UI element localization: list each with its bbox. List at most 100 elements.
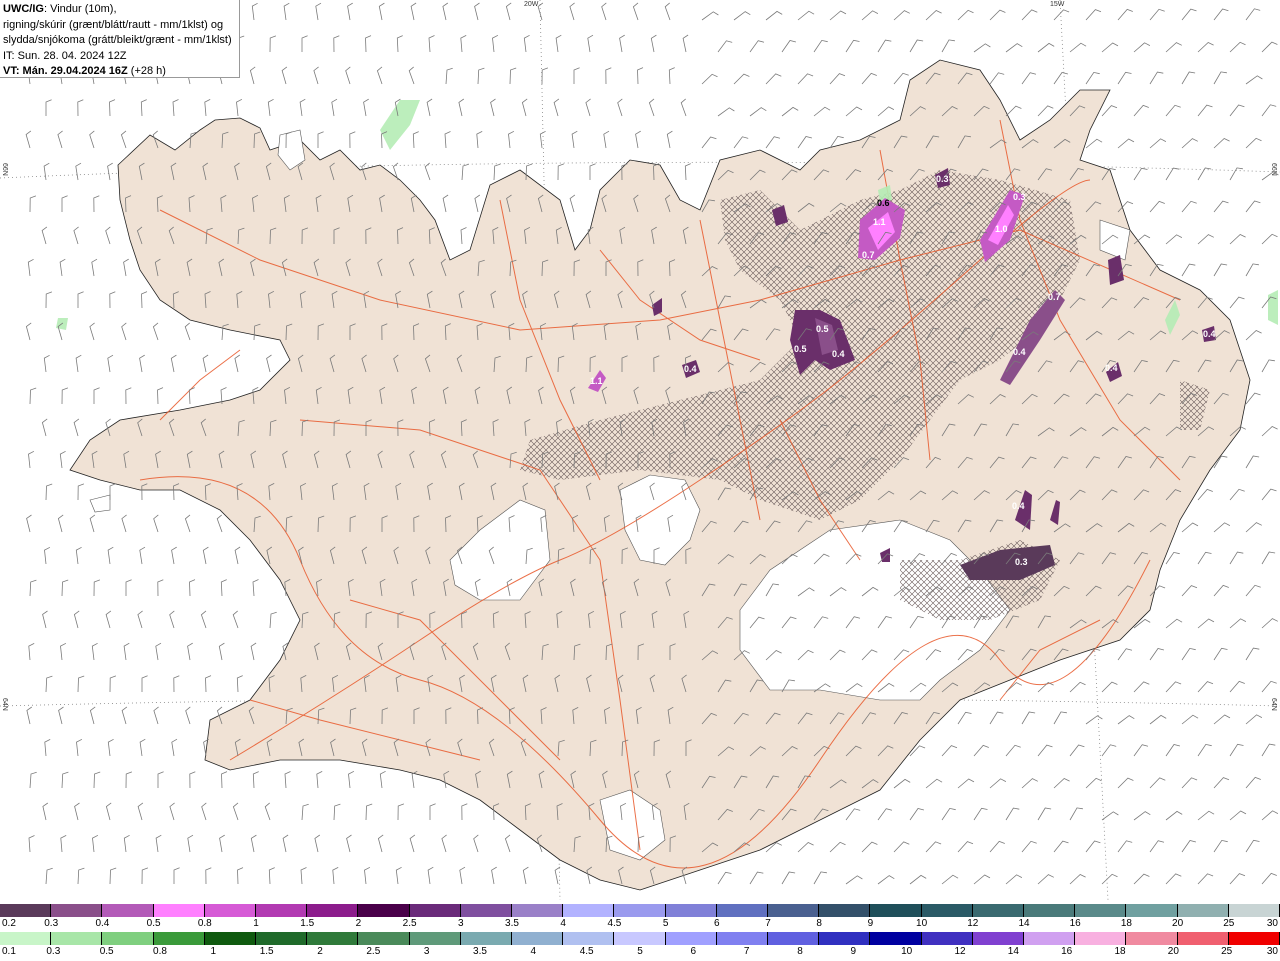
- precip-label: 1.0: [995, 224, 1008, 234]
- snow-legend-labels: 0.2 0.3 0.4 0.5 0.8 1 1.5 2 2.5 3 3.5 4 4.5 5 6 7 8 9 10 12…: [0, 918, 1280, 933]
- legend-label: 25: [1221, 946, 1233, 957]
- legend-label: 30: [1266, 918, 1278, 929]
- legend-swatch: [665, 904, 717, 917]
- legend-swatch: [563, 904, 615, 917]
- legend-label: 14: [1018, 918, 1030, 929]
- legend-label: 0.5: [99, 946, 114, 957]
- legend-label: 4.5: [607, 918, 622, 929]
- legend-label: 0.2: [2, 918, 16, 929]
- legend-swatch: [819, 904, 871, 917]
- precip-label: 0.4: [684, 364, 697, 374]
- lon-label-20w: 20W: [524, 1, 539, 8]
- legend-label: 4: [560, 918, 566, 929]
- legend-swatch: [614, 932, 666, 945]
- precip-label: 0.6: [877, 198, 890, 208]
- legend-swatch: [307, 904, 359, 917]
- legend-swatch: [153, 932, 205, 945]
- legend-swatch: [204, 932, 257, 945]
- legend-swatch: [358, 904, 410, 917]
- title-line-3: slydda/snjókoma (grátt/bleikt/grænt - mm…: [3, 34, 232, 46]
- legend-label: 7: [743, 946, 750, 957]
- legend-swatch: [460, 904, 513, 917]
- legend-label: 2.5: [402, 918, 417, 929]
- legend-label: 0.3: [46, 946, 61, 957]
- legend-label: 2: [355, 918, 362, 929]
- snow-legend-bar: [0, 904, 1280, 917]
- legend-swatch: [1075, 932, 1127, 945]
- legend-swatch: [0, 904, 52, 917]
- precip-label: 0.4: [1013, 347, 1026, 357]
- lat-label-66n-left: 66N: [1, 163, 8, 176]
- legend-label: 0.8: [197, 918, 212, 929]
- valid-time: VT: Mán. 29.04.2024 16Z: [3, 65, 128, 77]
- legend-swatch: [870, 932, 922, 945]
- legend-swatch: [1177, 932, 1229, 945]
- legend-label: 9: [867, 918, 874, 929]
- precip-label: 1.1: [873, 217, 886, 227]
- legend-label: 5: [662, 918, 669, 929]
- legend-swatch: [768, 932, 820, 945]
- legend-swatch: [716, 932, 769, 945]
- legend-swatch: [102, 904, 154, 917]
- precip-label: 0.4: [1012, 501, 1025, 511]
- lead-time: (+28 h): [130, 65, 166, 77]
- legend-label: 14: [1007, 946, 1019, 957]
- lon-label-15w: 15W: [1050, 1, 1065, 8]
- legend-label: 4: [530, 946, 537, 957]
- title-line-1: UWC/IG: Vindur (10m),: [3, 2, 236, 18]
- legend-swatch: [358, 932, 410, 945]
- legend-label: 2.5: [366, 946, 381, 957]
- legend-label: 3.5: [473, 946, 487, 957]
- rain-legend-bar: [0, 932, 1280, 945]
- rain-legend-labels: 0.1 0.3 0.5 0.8 1 1.5 2 2.5 3 3.5 4 4.5 5 6 7 8 9 10 12 14 1…: [0, 946, 1280, 961]
- legend-label: 8: [797, 946, 803, 957]
- precip-label: 0.5: [794, 344, 807, 354]
- precip-label: 0.5: [816, 324, 829, 334]
- legend-label: 8: [816, 918, 822, 929]
- init-time: IT: Sun. 28. 04. 2024 12Z: [3, 49, 127, 62]
- legend-label: 2: [317, 946, 323, 957]
- legend-swatch: [870, 904, 922, 917]
- legend-label: 30: [1266, 946, 1278, 957]
- title-line-1-rest: : Vindur (10m),: [43, 3, 117, 15]
- legend-label: 0.8: [153, 946, 167, 957]
- legend-swatch: [716, 904, 769, 917]
- legend-label: 16: [1069, 918, 1081, 929]
- legend-swatch: [563, 932, 615, 945]
- legend-label: 1.5: [259, 946, 274, 957]
- legend-label: 3: [423, 946, 430, 957]
- legend-swatch: [512, 932, 564, 945]
- lat-label-66n-right: 66N: [1270, 163, 1277, 176]
- legend-label: 3: [458, 918, 464, 929]
- precip-label: 0.3: [1013, 192, 1026, 202]
- legend-swatch: [256, 904, 308, 917]
- legend-label: 16: [1061, 946, 1073, 957]
- legend-swatch: [204, 904, 257, 917]
- legend-swatch: [972, 932, 1025, 945]
- legend-swatch: [409, 932, 461, 945]
- legend-label: 6: [690, 946, 697, 957]
- legend-swatch: [921, 932, 973, 945]
- legend-label: 1: [210, 946, 217, 957]
- weather-map: 0.6 1.1 0.7 0.3 0.3 1.0 0.5 0.5 0.4 0.4 …: [0, 0, 1280, 900]
- legend-swatch: [768, 904, 820, 917]
- legend-swatch: [665, 932, 717, 945]
- legend-swatch: [1177, 904, 1229, 917]
- legend-swatch: [921, 904, 973, 917]
- legend-label: 1: [253, 918, 259, 929]
- product-name: UWC/IG: [3, 3, 44, 15]
- precip-label: 0.3: [936, 174, 949, 184]
- precip-label: 0.3: [1015, 557, 1028, 567]
- legend-swatch: [153, 904, 205, 917]
- legend-swatch: [1228, 932, 1280, 945]
- legend-label: 25: [1223, 918, 1235, 929]
- legend-label: 0.5: [146, 918, 161, 929]
- legend-label: 0.1: [2, 946, 16, 957]
- lat-label-64n-right: 64N: [1270, 698, 1277, 711]
- precip-label: 0.4: [832, 349, 845, 359]
- title-line-2: rigning/skúrir (grænt/blátt/rautt - mm/1…: [3, 18, 224, 31]
- legend-label: 12: [967, 918, 979, 929]
- legend-label: 10: [901, 946, 913, 957]
- legend-swatch: [512, 904, 564, 917]
- precip-label: 0.4: [1105, 363, 1118, 373]
